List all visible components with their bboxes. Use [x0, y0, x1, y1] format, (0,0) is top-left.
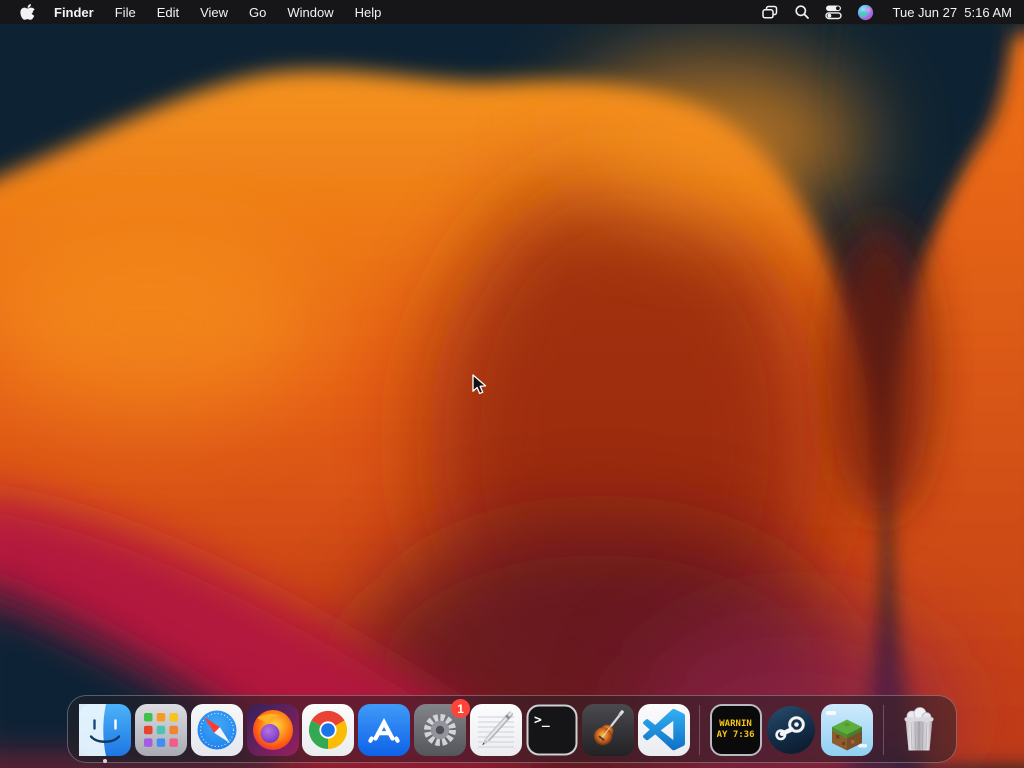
- menu-view[interactable]: View: [200, 5, 228, 20]
- apple-icon: [20, 3, 35, 20]
- vscode-icon: [637, 704, 690, 756]
- dock-item-safari[interactable]: [189, 704, 245, 756]
- app-store-icon: [358, 704, 411, 756]
- menu-bar-status-area: Tue Jun 27 5:16 AM: [761, 4, 1024, 21]
- menu-items: Finder File Edit View Go Window Help: [54, 5, 381, 20]
- menu-go[interactable]: Go: [249, 5, 266, 20]
- dock-item-warning-display[interactable]: WARNIN AY 7:36: [708, 704, 764, 756]
- menu-finder[interactable]: Finder: [54, 5, 94, 20]
- siri-icon[interactable]: [857, 4, 874, 21]
- mouse-cursor: [472, 374, 487, 395]
- minecraft-icon: [821, 704, 874, 756]
- dock-item-terminal[interactable]: >_: [524, 704, 580, 756]
- dock-item-minecraft[interactable]: [819, 704, 875, 756]
- dock: 1 >_ WARNIN AY 7:36: [67, 695, 957, 763]
- windows-icon[interactable]: [761, 4, 779, 20]
- dock-item-chrome[interactable]: [301, 704, 357, 756]
- spotlight-search-icon[interactable]: [794, 4, 810, 20]
- menu-file[interactable]: File: [115, 5, 136, 20]
- dock-item-trash[interactable]: [891, 704, 947, 756]
- firefox-icon: [246, 704, 299, 756]
- terminal-icon: >_: [526, 704, 578, 756]
- launchpad-icon: [134, 704, 187, 756]
- warning-display-icon: WARNIN AY 7:36: [709, 704, 762, 756]
- dock-item-launchpad[interactable]: [133, 704, 189, 756]
- safari-icon: [190, 704, 243, 756]
- trash-full-icon: [904, 707, 934, 751]
- garageband-icon: [581, 704, 634, 756]
- dock-item-garageband[interactable]: [580, 704, 636, 756]
- chrome-icon: [302, 704, 355, 756]
- menu-help[interactable]: Help: [355, 5, 382, 20]
- dock-item-textedit[interactable]: [468, 704, 524, 756]
- warning-display-line2: AY 7:36: [716, 730, 755, 740]
- finder-running-indicator: [102, 759, 107, 763]
- settings-notification-badge: 1: [451, 699, 471, 718]
- finder-icon: [78, 704, 131, 756]
- menu-edit[interactable]: Edit: [157, 5, 179, 20]
- menu-bar: Finder File Edit View Go Window Help Tue…: [0, 0, 1024, 24]
- dock-item-firefox[interactable]: [245, 704, 301, 756]
- dock-item-finder[interactable]: [77, 704, 133, 763]
- apple-menu[interactable]: [20, 3, 35, 21]
- terminal-prompt-glyph: >_: [534, 713, 550, 728]
- dock-divider: [875, 704, 891, 756]
- dock-item-system-settings[interactable]: 1: [412, 699, 471, 756]
- dock-item-steam[interactable]: [763, 704, 819, 756]
- dock-item-vscode[interactable]: [636, 704, 692, 756]
- menu-bar-clock[interactable]: Tue Jun 27 5:16 AM: [893, 5, 1012, 20]
- menu-window[interactable]: Window: [287, 5, 333, 20]
- dock-divider: [692, 704, 708, 756]
- control-center-icon[interactable]: [824, 4, 842, 20]
- dock-item-app-store[interactable]: [356, 704, 412, 756]
- steam-icon: [767, 706, 816, 754]
- textedit-icon: [470, 704, 523, 756]
- desktop-wallpaper[interactable]: [0, 24, 1024, 768]
- warning-display-line1: WARNIN: [719, 719, 752, 729]
